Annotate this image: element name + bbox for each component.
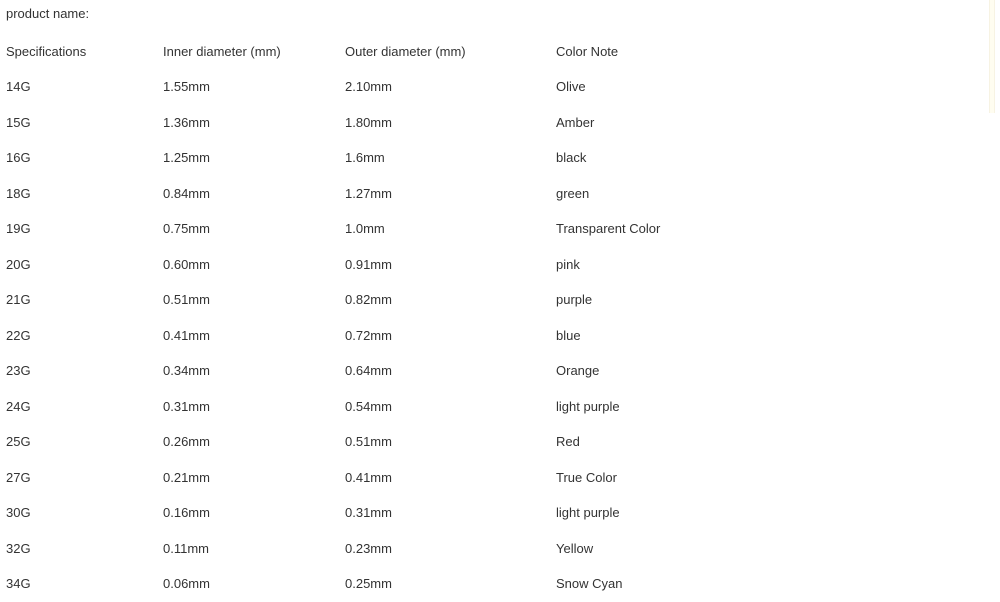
column-header-specifications: Specifications xyxy=(0,34,157,70)
cell-specification: 32G xyxy=(0,531,157,567)
cell-specification: 14G xyxy=(0,70,157,106)
cell-outer-diameter: 0.91mm xyxy=(339,247,550,283)
table-header-row: Specifications Inner diameter (mm) Outer… xyxy=(0,34,960,70)
cell-specification: 27G xyxy=(0,460,157,496)
product-name-label: product name: xyxy=(6,6,89,22)
cell-inner-diameter: 0.06mm xyxy=(157,567,339,602)
column-header-color-note: Color Note xyxy=(550,34,960,70)
table-row: 20G0.60mm0.91mmpink xyxy=(0,247,960,283)
cell-inner-diameter: 0.60mm xyxy=(157,247,339,283)
cell-outer-diameter: 0.64mm xyxy=(339,354,550,390)
cell-outer-diameter: 0.31mm xyxy=(339,496,550,532)
cell-inner-diameter: 0.26mm xyxy=(157,425,339,461)
cell-color-note: Transparent Color xyxy=(550,212,960,248)
cell-inner-diameter: 1.55mm xyxy=(157,70,339,106)
cell-inner-diameter: 0.84mm xyxy=(157,176,339,212)
table-row: 16G1.25mm1.6mmblack xyxy=(0,141,960,177)
table-row: 21G0.51mm0.82mmpurple xyxy=(0,283,960,319)
cell-outer-diameter: 0.23mm xyxy=(339,531,550,567)
table-body: 14G1.55mm2.10mmOlive15G1.36mm1.80mmAmber… xyxy=(0,70,960,602)
cell-outer-diameter: 1.6mm xyxy=(339,141,550,177)
cell-outer-diameter: 0.72mm xyxy=(339,318,550,354)
cell-outer-diameter: 1.0mm xyxy=(339,212,550,248)
table-header: Specifications Inner diameter (mm) Outer… xyxy=(0,34,960,70)
table-row: 19G0.75mm1.0mmTransparent Color xyxy=(0,212,960,248)
cell-color-note: green xyxy=(550,176,960,212)
table-row: 22G0.41mm0.72mmblue xyxy=(0,318,960,354)
cell-specification: 23G xyxy=(0,354,157,390)
cell-outer-diameter: 0.82mm xyxy=(339,283,550,319)
cell-specification: 18G xyxy=(0,176,157,212)
specifications-table: Specifications Inner diameter (mm) Outer… xyxy=(0,34,960,602)
table-row: 32G0.11mm0.23mmYellow xyxy=(0,531,960,567)
cell-inner-diameter: 0.21mm xyxy=(157,460,339,496)
column-header-outer-diameter: Outer diameter (mm) xyxy=(339,34,550,70)
cell-color-note: True Color xyxy=(550,460,960,496)
cell-specification: 22G xyxy=(0,318,157,354)
cell-outer-diameter: 1.27mm xyxy=(339,176,550,212)
product-spec-page: product name: Specifications Inner diame… xyxy=(0,0,1000,595)
cell-inner-diameter: 0.16mm xyxy=(157,496,339,532)
table-row: 14G1.55mm2.10mmOlive xyxy=(0,70,960,106)
cell-specification: 34G xyxy=(0,567,157,602)
table-row: 23G0.34mm0.64mmOrange xyxy=(0,354,960,390)
cell-inner-diameter: 0.11mm xyxy=(157,531,339,567)
table-row: 34G0.06mm0.25mmSnow Cyan xyxy=(0,567,960,602)
cell-specification: 30G xyxy=(0,496,157,532)
table-row: 27G0.21mm0.41mmTrue Color xyxy=(0,460,960,496)
cell-outer-diameter: 1.80mm xyxy=(339,105,550,141)
cell-outer-diameter: 0.41mm xyxy=(339,460,550,496)
cell-color-note: black xyxy=(550,141,960,177)
cell-inner-diameter: 1.36mm xyxy=(157,105,339,141)
cell-inner-diameter: 1.25mm xyxy=(157,141,339,177)
table-row: 15G1.36mm1.80mmAmber xyxy=(0,105,960,141)
table-row: 24G0.31mm0.54mmlight purple xyxy=(0,389,960,425)
cell-specification: 16G xyxy=(0,141,157,177)
cell-outer-diameter: 0.25mm xyxy=(339,567,550,602)
cell-inner-diameter: 0.75mm xyxy=(157,212,339,248)
cell-color-note: light purple xyxy=(550,496,960,532)
cell-outer-diameter: 0.51mm xyxy=(339,425,550,461)
cell-color-note: Olive xyxy=(550,70,960,106)
cell-specification: 24G xyxy=(0,389,157,425)
cell-color-note: Snow Cyan xyxy=(550,567,960,602)
cell-color-note: Amber xyxy=(550,105,960,141)
cell-outer-diameter: 2.10mm xyxy=(339,70,550,106)
cell-color-note: Yellow xyxy=(550,531,960,567)
column-header-inner-diameter: Inner diameter (mm) xyxy=(157,34,339,70)
cell-specification: 20G xyxy=(0,247,157,283)
cell-color-note: Red xyxy=(550,425,960,461)
cell-specification: 15G xyxy=(0,105,157,141)
right-edge-rule xyxy=(989,0,995,113)
table-row: 30G0.16mm0.31mmlight purple xyxy=(0,496,960,532)
cell-color-note: Orange xyxy=(550,354,960,390)
cell-inner-diameter: 0.41mm xyxy=(157,318,339,354)
cell-specification: 19G xyxy=(0,212,157,248)
cell-specification: 21G xyxy=(0,283,157,319)
cell-color-note: blue xyxy=(550,318,960,354)
cell-inner-diameter: 0.31mm xyxy=(157,389,339,425)
cell-color-note: light purple xyxy=(550,389,960,425)
cell-outer-diameter: 0.54mm xyxy=(339,389,550,425)
table-row: 18G0.84mm1.27mmgreen xyxy=(0,176,960,212)
cell-specification: 25G xyxy=(0,425,157,461)
cell-color-note: pink xyxy=(550,247,960,283)
cell-inner-diameter: 0.34mm xyxy=(157,354,339,390)
cell-inner-diameter: 0.51mm xyxy=(157,283,339,319)
table-row: 25G0.26mm0.51mmRed xyxy=(0,425,960,461)
cell-color-note: purple xyxy=(550,283,960,319)
